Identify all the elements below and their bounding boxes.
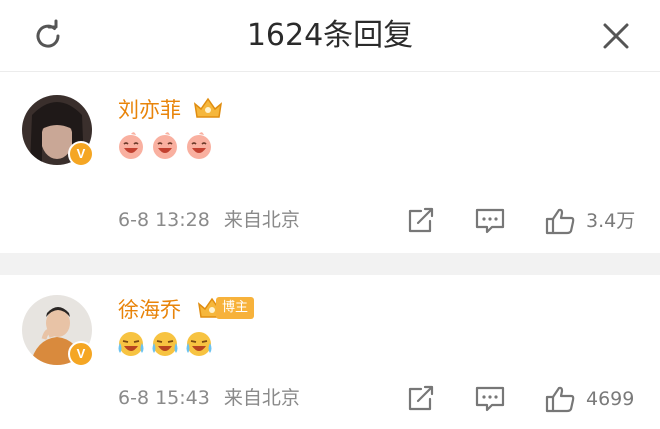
username[interactable]: 刘亦菲: [118, 95, 181, 125]
laughing-emoji-icon: [119, 132, 143, 159]
reply-count-title: 1624条回复: [246, 18, 414, 53]
comment-date: 6-8 15:43: [118, 387, 210, 409]
avatar[interactable]: V: [22, 295, 94, 367]
verified-badge: V: [68, 141, 94, 167]
comment-separator: [0, 253, 660, 275]
username[interactable]: 徐海乔: [118, 295, 181, 325]
crown-icon: [193, 97, 223, 118]
laughing-emoji-icon: [187, 132, 211, 159]
comment-item: V 刘亦菲 6-8 13:28 来自北京 3.4万: [0, 73, 660, 253]
like-count: 4699: [586, 388, 635, 410]
thumbs-up-icon: [545, 208, 575, 235]
thumbs-up-icon: [545, 386, 575, 413]
like-button[interactable]: 4699: [544, 385, 644, 413]
comment-meta: 6-8 15:43 来自北京: [118, 385, 300, 411]
like-count: 3.4万: [586, 210, 636, 232]
laughing-emoji-icon: [153, 132, 177, 159]
comment-location: 来自北京: [223, 209, 300, 231]
avatar[interactable]: V: [22, 95, 94, 167]
crying-laughing-emoji-icon: [152, 332, 178, 356]
share-icon[interactable]: [406, 385, 436, 413]
comment-item: V 徐海乔 博主 6-8 15:43 来自北京 4699: [0, 275, 660, 429]
comment-location: 来自北京: [223, 387, 300, 409]
crying-laughing-emoji-icon: [186, 332, 212, 356]
share-icon[interactable]: [406, 207, 436, 235]
comment-icon[interactable]: [474, 207, 506, 235]
verified-badge: V: [68, 341, 94, 367]
blogger-tag: 博主: [216, 297, 255, 319]
comment-meta: 6-8 13:28 来自北京: [118, 207, 300, 233]
emoji-row: [116, 329, 214, 359]
close-icon[interactable]: [598, 18, 634, 54]
comment-icon[interactable]: [474, 385, 506, 413]
like-button[interactable]: 3.4万: [544, 207, 644, 235]
emoji-row: [116, 131, 214, 161]
dialog-header: 1624条回复: [0, 0, 660, 72]
comment-date: 6-8 13:28: [118, 209, 210, 231]
crying-laughing-emoji-icon: [118, 332, 144, 356]
